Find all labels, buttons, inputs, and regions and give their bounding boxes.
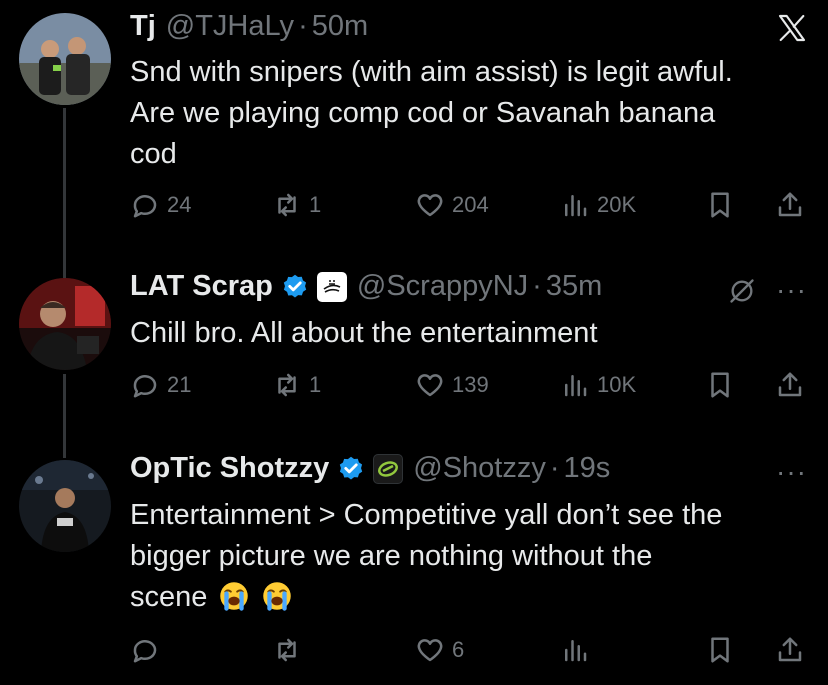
share-icon bbox=[778, 637, 802, 662]
like-icon bbox=[417, 639, 443, 662]
text-line-content: scene bbox=[130, 581, 208, 613]
reply-button[interactable] bbox=[130, 635, 167, 665]
loudly-crying-face-emoji bbox=[219, 581, 249, 611]
text-line: bigger picture we are nothing without th… bbox=[130, 540, 653, 572]
views-icon bbox=[565, 640, 587, 662]
affiliation-badge-icon[interactable] bbox=[373, 453, 404, 484]
repost-button[interactable] bbox=[272, 635, 309, 665]
action-bar: 6 bbox=[130, 635, 810, 671]
bookmark-icon bbox=[711, 637, 729, 663]
bookmark-button[interactable] bbox=[705, 635, 735, 665]
separator: · bbox=[549, 452, 560, 484]
views-button[interactable] bbox=[560, 635, 597, 665]
display-name[interactable]: OpTic Shotzzy bbox=[130, 452, 329, 485]
text-line: Entertainment > Competitive yall don’t s… bbox=[130, 499, 723, 531]
user-handle[interactable]: @Shotzzy bbox=[413, 452, 546, 485]
reply-icon bbox=[133, 640, 157, 663]
avatar[interactable] bbox=[19, 460, 111, 552]
like-count: 6 bbox=[452, 637, 465, 662]
more-options-button[interactable]: ··· bbox=[776, 456, 807, 488]
share-button[interactable] bbox=[775, 635, 805, 665]
tweet-text: Entertainment > Competitive yall don’t s… bbox=[130, 495, 810, 618]
timestamp[interactable]: 19s bbox=[564, 452, 611, 485]
verified-badge-icon bbox=[338, 454, 364, 481]
like-button[interactable]: 6 bbox=[415, 635, 464, 665]
repost-icon bbox=[278, 638, 296, 662]
text-line: scene bbox=[130, 577, 810, 618]
loudly-crying-face-emoji bbox=[262, 581, 292, 611]
tweet[interactable]: OpTic Shotzzy @Shotzzy · 19s ··· Enterta… bbox=[0, 0, 828, 685]
